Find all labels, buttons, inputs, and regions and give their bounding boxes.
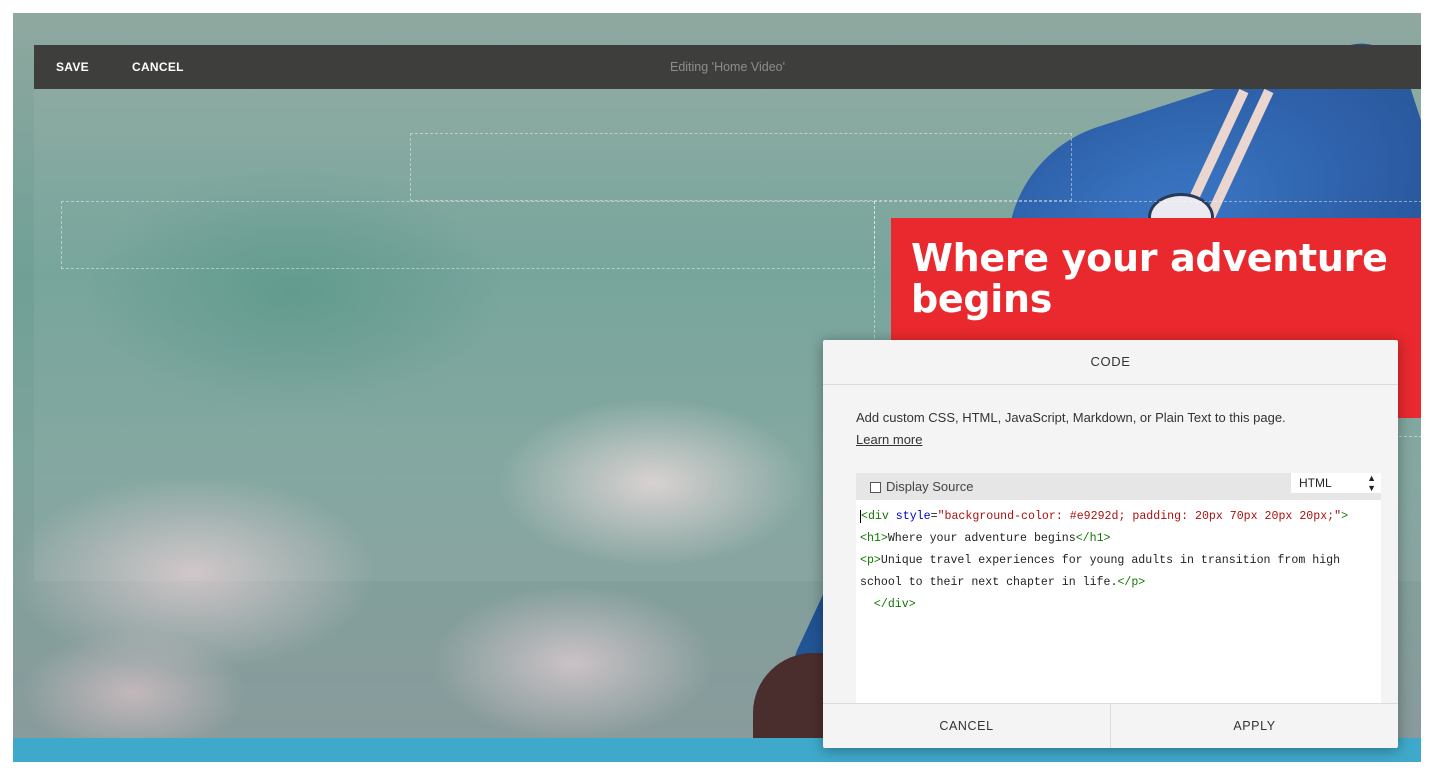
dialog-footer: CANCEL APPLY xyxy=(823,703,1398,748)
dialog-title: CODE xyxy=(823,340,1398,385)
up-down-arrows-icon: ▲ ▼ xyxy=(1367,473,1376,493)
language-select[interactable]: HTML ▲ ▼ xyxy=(1291,473,1381,493)
block-outline-left[interactable] xyxy=(61,201,875,269)
code-line-4: school to their next chapter in life.</p… xyxy=(860,572,1377,594)
code-token: </p> xyxy=(1117,576,1146,589)
code-line-3: <p>Unique travel experiences for young a… xyxy=(860,550,1377,572)
code-token: <div xyxy=(861,510,889,523)
code-token: <h1> xyxy=(860,532,888,545)
dialog-cancel-button[interactable]: CANCEL xyxy=(823,704,1110,748)
learn-more-link[interactable]: Learn more xyxy=(856,432,922,447)
code-token: Where your adventure begins xyxy=(887,532,1076,545)
language-select-value: HTML xyxy=(1299,476,1332,490)
code-block-dialog: CODE Add custom CSS, HTML, JavaScript, M… xyxy=(823,340,1398,748)
code-token: > xyxy=(1341,510,1349,523)
code-line-5: </div> xyxy=(860,598,916,611)
checkbox-icon[interactable] xyxy=(870,482,881,493)
code-options-bar: Display Source HTML ▲ ▼ xyxy=(856,473,1381,500)
dialog-description: Add custom CSS, HTML, JavaScript, Markdo… xyxy=(856,410,1286,425)
code-token: <p> xyxy=(860,554,881,567)
code-token: Unique travel experiences for young adul… xyxy=(880,554,1341,567)
code-token: style xyxy=(888,510,931,523)
hero-title: Where your adventure begins xyxy=(911,236,1388,321)
editing-title: Editing 'Home Video' xyxy=(669,60,786,74)
code-token: "background-color: #e9292d; padding: 20p… xyxy=(937,510,1342,523)
block-outline-top[interactable] xyxy=(410,133,1072,201)
editor-toolbar: SAVE CANCEL Editing 'Home Video' xyxy=(34,45,1421,89)
display-source-label[interactable]: Display Source xyxy=(886,479,973,494)
code-editor[interactable]: <div style="background-color: #e9292d; p… xyxy=(856,500,1381,703)
code-token: </h1> xyxy=(1075,532,1111,545)
code-token: school to their next chapter in life. xyxy=(860,576,1118,589)
code-token: = xyxy=(930,510,938,523)
dialog-apply-button[interactable]: APPLY xyxy=(1110,704,1398,748)
code-line-2: <h1>Where your adventure begins</h1> xyxy=(860,528,1377,550)
code-line-1: <div style="background-color: #e9292d; p… xyxy=(860,506,1377,528)
